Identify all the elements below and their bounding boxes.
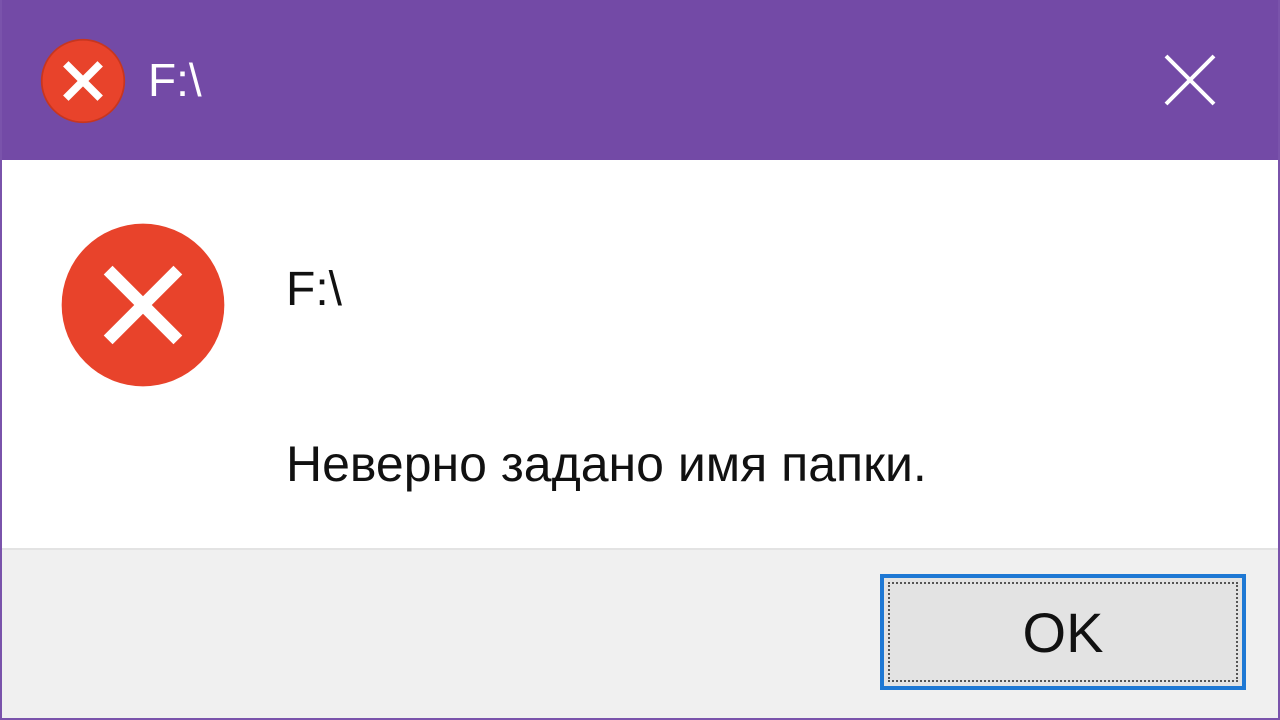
- dialog-content: F:\ Неверно задано имя папки.: [2, 160, 1278, 548]
- close-icon: [1164, 54, 1216, 106]
- path-heading: F:\: [286, 263, 342, 316]
- error-icon: [40, 38, 126, 124]
- title-bar[interactable]: F:\: [2, 0, 1278, 160]
- close-button[interactable]: [1140, 30, 1240, 130]
- error-message: Неверно задано имя папки.: [286, 436, 927, 492]
- window-title: F:\: [148, 54, 202, 106]
- error-dialog: F:\ F:\ Неверно задано имя папки. OK: [0, 0, 1280, 720]
- ok-button[interactable]: OK: [880, 574, 1246, 690]
- button-bar: OK: [2, 548, 1278, 718]
- error-icon: [60, 222, 226, 388]
